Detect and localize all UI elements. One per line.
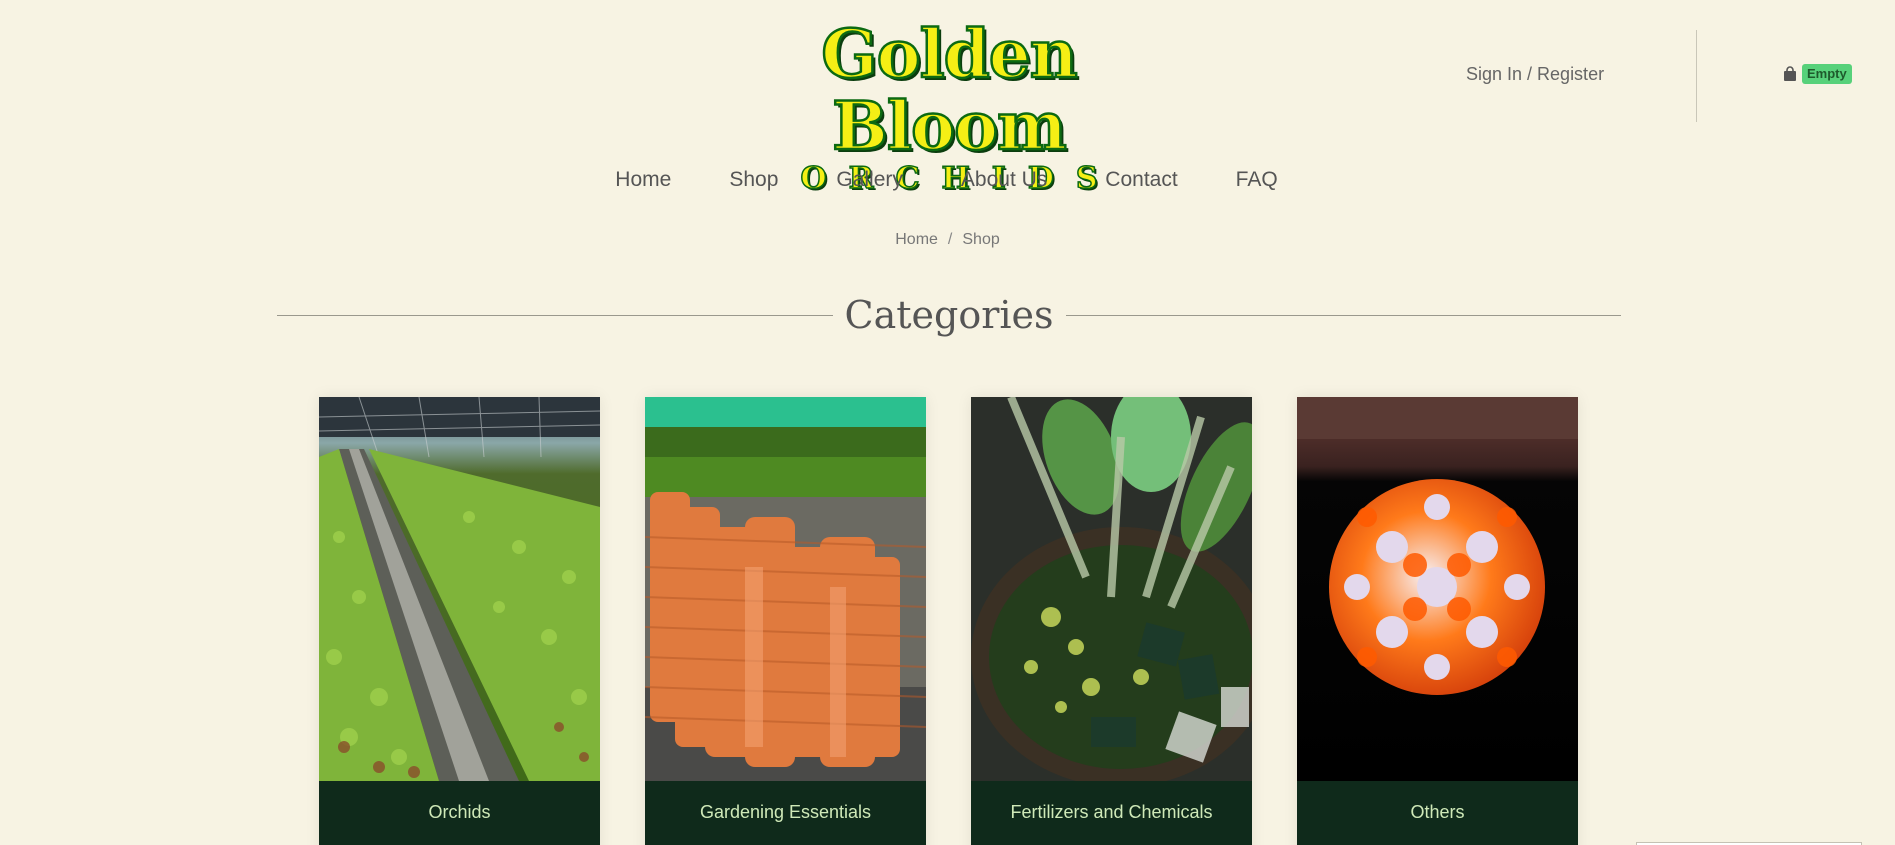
section-title: Categories: [844, 293, 1054, 337]
breadcrumb-shop: Shop: [962, 231, 1000, 248]
nav-home[interactable]: Home: [615, 168, 671, 192]
nav-about-us[interactable]: About Us: [961, 168, 1047, 192]
page: Golden Bloom ORCHIDS Sign In / Register …: [0, 0, 1895, 845]
logo-title: Golden Bloom: [820, 15, 1079, 165]
category-image-fertilizers-and-chemicals: [971, 397, 1252, 781]
nav-contact[interactable]: Contact: [1105, 168, 1177, 192]
cart-button[interactable]: Empty: [1782, 64, 1852, 84]
category-card-fertilizers-and-chemicals[interactable]: Fertilizers and Chemicals: [971, 397, 1252, 845]
category-label: Orchids: [428, 801, 491, 822]
heading-rule-right: [1065, 314, 1621, 316]
breadcrumb-separator: /: [947, 231, 953, 248]
shopping-bag-icon: [1782, 66, 1798, 82]
category-image-gardening-essentials: [645, 397, 926, 781]
categories-heading: Categories: [277, 290, 1621, 340]
site-logo[interactable]: Golden Bloom ORCHIDS: [712, 17, 1186, 197]
category-label: Fertilizers and Chemicals: [1010, 801, 1213, 822]
signin-register-link[interactable]: Sign In / Register: [1466, 64, 1604, 85]
category-label: Others: [1410, 801, 1465, 822]
breadcrumb-home[interactable]: Home: [895, 231, 938, 249]
breadcrumb: Home / Shop: [0, 231, 1895, 249]
category-label: Gardening Essentials: [699, 801, 872, 822]
category-image-orchids: [319, 397, 600, 781]
main-nav: Home Shop Gallery About Us Contact FAQ: [0, 168, 1895, 192]
header-divider: [1696, 30, 1697, 122]
category-card-others[interactable]: Others: [1297, 397, 1578, 845]
category-card-gardening-essentials[interactable]: Gardening Essentials: [645, 397, 926, 845]
nav-gallery[interactable]: Gallery: [836, 168, 903, 192]
cart-status-badge: Empty: [1802, 64, 1852, 84]
nav-faq[interactable]: FAQ: [1236, 168, 1278, 192]
nav-shop[interactable]: Shop: [729, 168, 778, 192]
category-image-others: [1297, 397, 1578, 781]
heading-rule-left: [277, 314, 833, 316]
category-card-orchids[interactable]: Orchids: [319, 397, 600, 845]
